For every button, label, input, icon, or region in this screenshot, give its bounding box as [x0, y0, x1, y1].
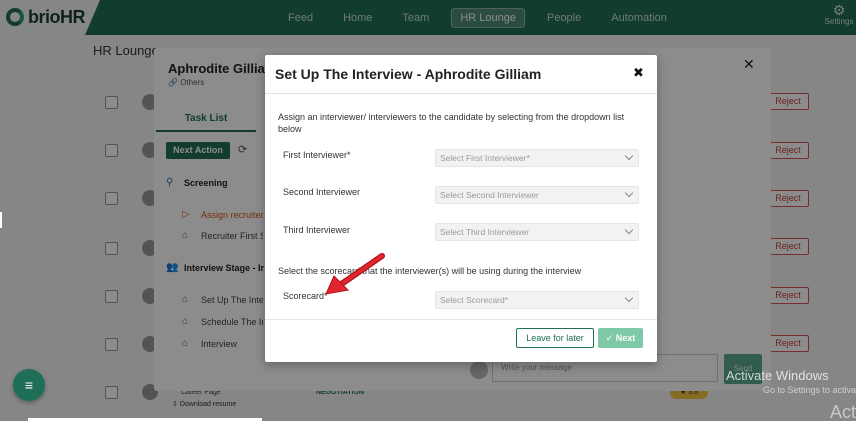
- first-interviewer-select[interactable]: Select First Interviewer*: [435, 149, 639, 167]
- modal-description: Assign an interviewer/ interviewers to t…: [278, 112, 625, 134]
- chevron-down-icon: [624, 225, 634, 235]
- chevron-down-icon: [624, 151, 634, 161]
- first-interviewer-placeholder: Select First Interviewer*: [440, 153, 530, 163]
- second-interviewer-label: Second Interviewer: [283, 187, 361, 197]
- third-interviewer-label: Third Interviewer: [283, 225, 351, 235]
- third-interviewer-select[interactable]: Select Third Interviewer: [435, 223, 639, 241]
- setup-interview-modal: Set Up The Interview - Aphrodite Gilliam…: [265, 55, 657, 362]
- list-icon: ≡: [24, 377, 34, 393]
- scorecard-placeholder: Select Scorecard*: [440, 295, 509, 305]
- activate-windows-fragment: Act: [830, 402, 856, 421]
- activate-windows-watermark: Activate Windows: [726, 368, 829, 383]
- menu-fab-button[interactable]: ≡: [13, 369, 45, 401]
- second-interviewer-placeholder: Select Second Interviewer: [440, 190, 539, 200]
- third-interviewer-placeholder: Select Third Interviewer: [440, 227, 530, 237]
- leave-for-later-button[interactable]: Leave for later: [516, 328, 594, 348]
- next-button[interactable]: ✓ Next: [598, 328, 643, 348]
- divider: [265, 93, 657, 94]
- close-icon[interactable]: ✖: [633, 65, 644, 81]
- scorecard-select[interactable]: Select Scorecard*: [435, 291, 639, 309]
- annotation-arrow-icon: [325, 253, 385, 295]
- first-interviewer-label: First Interviewer*: [283, 150, 351, 160]
- chevron-down-icon: [624, 293, 634, 303]
- check-icon: ✓: [605, 333, 614, 343]
- edge-marker: [0, 212, 2, 228]
- divider: [265, 319, 657, 320]
- modal-title: Set Up The Interview - Aphrodite Gilliam: [275, 66, 542, 82]
- second-interviewer-select[interactable]: Select Second Interviewer: [435, 186, 639, 204]
- activate-windows-hint: Go to Settings to activate Wi: [763, 385, 856, 395]
- chevron-down-icon: [624, 188, 634, 198]
